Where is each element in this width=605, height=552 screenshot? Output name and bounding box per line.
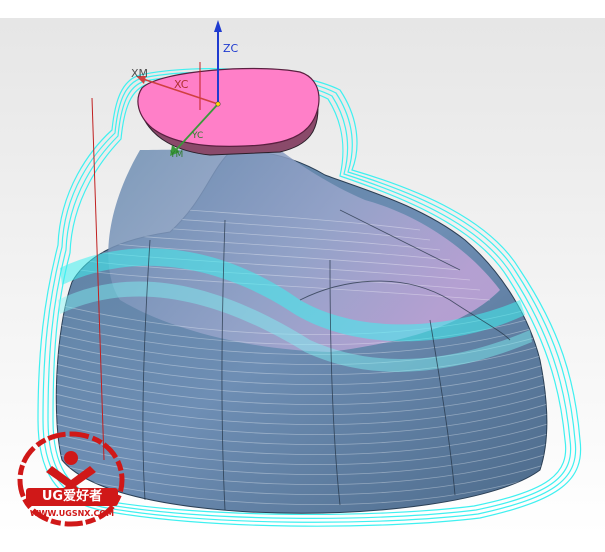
ym-axis-label: YM (170, 150, 184, 160)
zc-axis-label: ZC (223, 42, 239, 55)
top-face[interactable] (137, 67, 320, 147)
bottom-strip (0, 536, 605, 552)
watermark-url: WWW.UGSNX.COM (29, 509, 115, 518)
watermark-brand: UG爱好者 (26, 488, 118, 506)
xm-axis-label: XM (131, 67, 149, 80)
watermark-logo-icon: UG爱好者 WWW.UGSNX.COM (12, 428, 130, 528)
xc-axis-label: XC (174, 78, 189, 91)
cad-window: ZC XC XM YC YM UG爱好者 WWW.UGSNX.COM (0, 0, 605, 552)
yc-axis-label: YC (192, 131, 204, 141)
